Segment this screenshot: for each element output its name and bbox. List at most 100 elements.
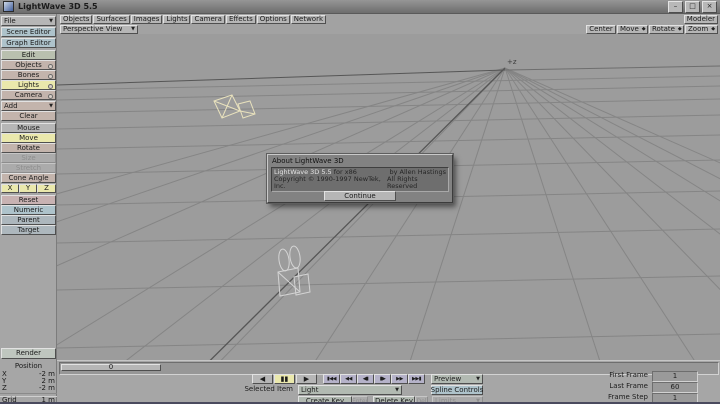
zoom-view-button[interactable]: Zoom ◆ (685, 25, 718, 34)
chevron-down-icon: ▼ (476, 376, 480, 383)
mouse-header: Mouse (1, 123, 56, 133)
timeline-panel: 0 ◀ ▮▮ ▶ ▮◀◀ ◀◀ ◀▮ ▮▶ ▶▶ ▶▶▮ Preview ▼ S… (57, 360, 720, 404)
drag-diamond-icon: ◆ (678, 26, 682, 33)
window-title: LightWave 3D 5.5 (18, 2, 666, 11)
close-icon[interactable]: × (702, 1, 717, 13)
selected-item-value: Light (301, 387, 318, 394)
move-view-button[interactable]: Move ◆ (617, 25, 648, 34)
tab-lights[interactable]: Lights (163, 15, 190, 24)
tab-options[interactable]: Options (257, 15, 290, 24)
maximize-icon[interactable]: □ (685, 1, 700, 13)
target-button[interactable]: Target (1, 225, 56, 235)
first-frame-field[interactable]: 1 (652, 371, 698, 382)
stretch-tool-button: Stretch (1, 163, 56, 173)
z-axis-label: +z (507, 58, 517, 66)
tab-camera[interactable]: Camera (191, 15, 224, 24)
rights-label: All Rights Reserved (387, 176, 446, 190)
modeler-button[interactable]: Modeler (684, 15, 718, 24)
z-position-value: -2 m (39, 385, 55, 392)
preview-label: Preview (434, 376, 461, 383)
tab-surfaces[interactable]: Surfaces (93, 15, 129, 24)
last-frame-field[interactable]: 60 (652, 382, 698, 393)
view-selector-label: Perspective View (63, 26, 122, 33)
continue-button[interactable]: Continue (324, 191, 396, 201)
step-forward-button[interactable]: ▮▶ (374, 374, 391, 384)
move-tool-button[interactable]: Move (1, 133, 56, 143)
tab-objects[interactable]: Objects (60, 15, 92, 24)
tab-network[interactable]: Network (291, 15, 326, 24)
size-tool-button: Size (1, 153, 56, 163)
position-z-row: Z -2 m (2, 385, 55, 392)
render-button[interactable]: Render (1, 348, 56, 359)
numeric-button[interactable]: Numeric (1, 205, 56, 215)
sidebar-item-objects[interactable]: Objects (1, 60, 56, 70)
drag-diamond-icon: ◆ (711, 26, 715, 33)
axis-x-button[interactable]: X (1, 184, 19, 193)
window-titlebar: LightWave 3D 5.5 – □ × (0, 0, 720, 14)
axis-y-button[interactable]: Y (19, 184, 37, 193)
sidebar-item-bones[interactable]: Bones (1, 70, 56, 80)
radio-indicator-icon (48, 74, 53, 79)
add-menu[interactable]: Add ▼ (1, 101, 56, 111)
radio-indicator-icon (48, 84, 53, 89)
center-button[interactable]: Center (586, 25, 616, 34)
radio-indicator-icon (48, 94, 53, 99)
zoom-view-label: Zoom (688, 26, 708, 33)
file-menu[interactable]: File ▼ (1, 16, 56, 26)
lightwave-window: LightWave 3D 5.5 – □ × Objects Surfaces … (0, 0, 720, 404)
step-back-button[interactable]: ◀▮ (357, 374, 374, 384)
add-label: Add (4, 103, 18, 110)
chevron-down-icon: ▼ (131, 26, 135, 33)
go-first-frame-button[interactable]: ▮◀◀ (323, 374, 340, 384)
chevron-down-icon: ▼ (395, 387, 399, 394)
play-forward-button[interactable]: ▶ (296, 374, 317, 384)
sidebar: File ▼ Scene Editor Graph Editor Edit Ob… (0, 14, 57, 404)
tab-images[interactable]: Images (131, 15, 163, 24)
chevron-down-icon: ▼ (49, 18, 53, 25)
dialog-copyright-row: Copyright © 1990-1997 NewTek, Inc. All R… (274, 176, 446, 190)
go-last-frame-button[interactable]: ▶▶▮ (408, 374, 425, 384)
sidebar-item-lights[interactable]: Lights (1, 80, 56, 90)
clear-button[interactable]: Clear (1, 111, 56, 121)
graph-editor-button[interactable]: Graph Editor (1, 38, 56, 48)
chevron-down-icon: ▼ (49, 103, 53, 110)
prev-keyframe-button[interactable]: ◀◀ (340, 374, 357, 384)
view-selector[interactable]: Perspective View ▼ (60, 25, 138, 34)
file-menu-label: File (4, 18, 16, 25)
last-frame-label: Last Frame (578, 382, 648, 391)
minimize-icon[interactable]: – (668, 1, 683, 13)
lights-label: Lights (18, 82, 39, 89)
play-reverse-button[interactable]: ◀ (252, 374, 273, 384)
edit-header: Edit (1, 50, 56, 60)
dialog-body: LightWave 3D 5.5 for x86 by Allen Hastin… (271, 167, 449, 192)
menu-tab-row: Objects Surfaces Images Lights Camera Ef… (57, 14, 720, 25)
move-view-label: Move (620, 26, 639, 33)
first-frame-label: First Frame (578, 371, 648, 380)
preview-menu[interactable]: Preview ▼ (431, 374, 483, 384)
dialog-title: About LightWave 3D (272, 157, 344, 165)
z-axis-label: Z (2, 385, 7, 392)
selected-item-dropdown[interactable]: Light ▼ (298, 385, 402, 395)
rotate-tool-button[interactable]: Rotate (1, 143, 56, 153)
spline-controls-button[interactable]: Spline Controls (431, 385, 483, 395)
parent-button[interactable]: Parent (1, 215, 56, 225)
rotate-view-label: Rotate (652, 26, 675, 33)
frame-step-label: Frame Step (578, 393, 648, 402)
pause-button[interactable]: ▮▮ (274, 374, 295, 384)
camera-label: Camera (15, 92, 42, 99)
reset-button[interactable]: Reset (1, 195, 56, 205)
copyright-label: Copyright © 1990-1997 NewTek, Inc. (274, 176, 387, 190)
app-icon (3, 1, 14, 12)
sidebar-item-camera[interactable]: Camera (1, 90, 56, 100)
position-header: Position (2, 363, 55, 370)
axis-z-button[interactable]: Z (37, 184, 56, 193)
rotate-view-button[interactable]: Rotate ◆ (649, 25, 684, 34)
scene-editor-button[interactable]: Scene Editor (1, 27, 56, 37)
view-toolbar: Perspective View ▼ Center Move ◆ Rotate … (57, 25, 720, 34)
drag-diamond-icon: ◆ (642, 26, 646, 33)
next-keyframe-button[interactable]: ▶▶ (391, 374, 408, 384)
tab-effects[interactable]: Effects (226, 15, 256, 24)
cone-angle-button[interactable]: Cone Angle (1, 173, 56, 183)
frame-slider-handle[interactable]: 0 (61, 364, 161, 371)
objects-label: Objects (15, 62, 41, 69)
